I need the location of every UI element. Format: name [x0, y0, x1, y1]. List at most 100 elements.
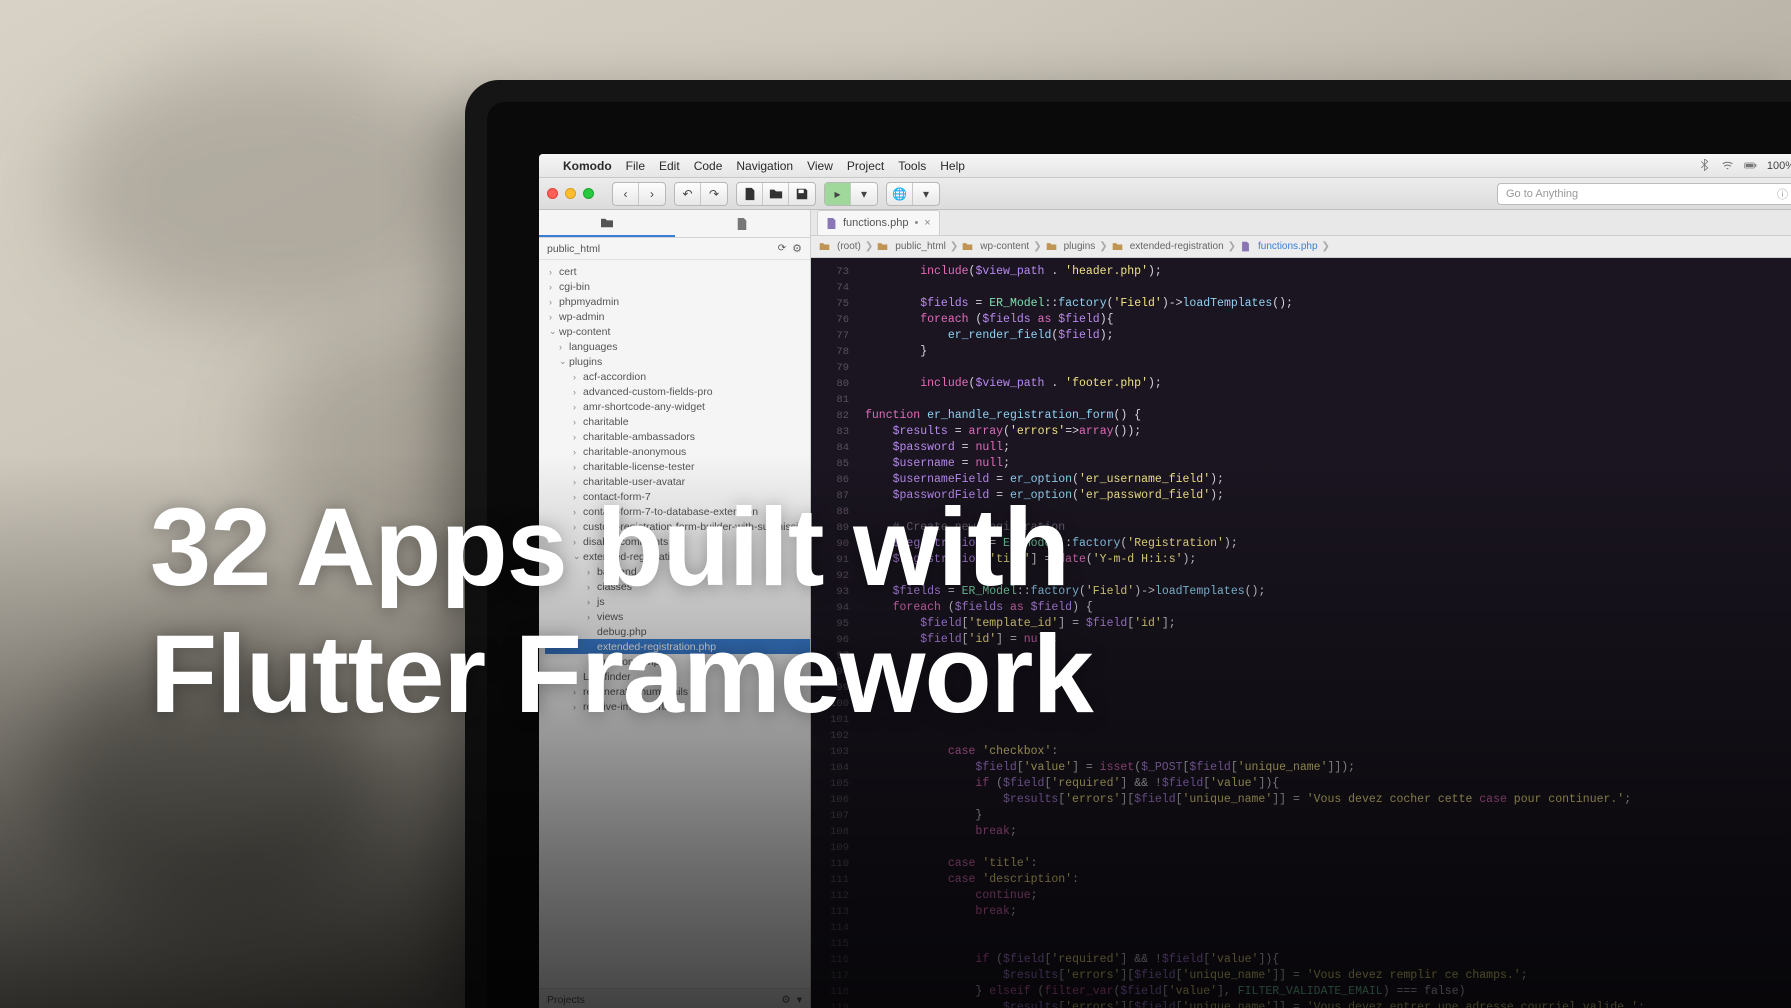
code-line[interactable]: if ($field['required'] && !$field['value… — [865, 952, 1791, 968]
tree-folder[interactable]: ›custom-registration-form-builder-with-s… — [545, 519, 810, 534]
gear-icon[interactable]: ⚙ — [781, 994, 790, 1006]
tree-folder[interactable]: ⌄wp-content — [545, 324, 810, 339]
refresh-icon[interactable]: ⟳ — [778, 243, 786, 254]
menu-navigation[interactable]: Navigation — [736, 159, 793, 173]
save-button[interactable] — [789, 183, 815, 205]
projects-panel-header[interactable]: Projects ⚙ ▾ — [539, 988, 810, 1008]
menu-help[interactable]: Help — [940, 159, 965, 173]
code-line[interactable]: } — [865, 808, 1791, 824]
forward-button[interactable]: › — [639, 183, 665, 205]
code-line[interactable]: $field['id'] = null; — [865, 632, 1791, 648]
code-line[interactable]: $registration['time'] = date('Y-m-d H:i:… — [865, 552, 1791, 568]
code-line[interactable]: include($view_path . 'footer.php'); — [865, 376, 1791, 392]
code-line[interactable]: if ($field['required'] && !$field['value… — [865, 776, 1791, 792]
code-line[interactable] — [865, 568, 1791, 584]
tree-folder[interactable]: ›phpmyadmin — [545, 294, 810, 309]
code-line[interactable]: break; — [865, 904, 1791, 920]
code-line[interactable] — [865, 920, 1791, 936]
wifi-icon[interactable] — [1721, 159, 1734, 172]
go-to-anything-search[interactable]: Go to Anything ⓘ — [1497, 183, 1791, 205]
tree-folder[interactable]: ›js — [545, 594, 810, 609]
code-line[interactable]: $results['errors'][$field['unique_name']… — [865, 792, 1791, 808]
code-line[interactable]: continue; — [865, 888, 1791, 904]
tree-folder[interactable]: ›disable-comments — [545, 534, 810, 549]
tree-folder[interactable]: ⌄extended-registration — [545, 549, 810, 564]
sidebar-tab-open-files[interactable] — [675, 210, 811, 237]
editor-tab-active[interactable]: functions.php • × — [817, 210, 940, 235]
menu-file[interactable]: File — [626, 159, 645, 173]
tree-file[interactable]: debug.php — [545, 624, 810, 639]
code-line[interactable] — [865, 360, 1791, 376]
play-button[interactable]: ▸ — [825, 183, 851, 205]
tree-folder[interactable]: ›charitable-user-avatar — [545, 474, 810, 489]
sidebar-root-header[interactable]: public_html ⟳ ⚙ — [539, 238, 810, 260]
code-editor[interactable]: 7374757677787980818283848586878889909192… — [811, 258, 1791, 1008]
code-line[interactable]: case 'description': — [865, 872, 1791, 888]
code-line[interactable]: $results['errors'][$field['unique_name']… — [865, 1000, 1791, 1008]
preview-dropdown[interactable]: ▾ — [913, 183, 939, 205]
code-line[interactable]: foreach ($fields as $field){ — [865, 312, 1791, 328]
menu-code[interactable]: Code — [694, 159, 723, 173]
code-line[interactable]: $passwordField = er_option('er_password_… — [865, 488, 1791, 504]
tree-folder[interactable]: ›backend — [545, 564, 810, 579]
code-line[interactable]: case 'title': — [865, 856, 1791, 872]
code-line[interactable]: break; — [865, 824, 1791, 840]
open-folder-button[interactable] — [763, 183, 789, 205]
tree-folder[interactable]: ›relative-image-urls — [545, 699, 810, 714]
sidebar-tab-places[interactable] — [539, 210, 675, 237]
code-line[interactable]: $results['errors'][$field['unique_name']… — [865, 968, 1791, 984]
code-content[interactable]: include($view_path . 'header.php'); $fie… — [857, 258, 1791, 1008]
code-line[interactable] — [865, 680, 1791, 696]
tree-folder[interactable]: ›cert — [545, 264, 810, 279]
code-line[interactable]: $results = array('errors'=>array()); — [865, 424, 1791, 440]
tree-folder[interactable]: ›wp-admin — [545, 309, 810, 324]
tree-folder[interactable]: ›charitable-anonymous — [545, 444, 810, 459]
tree-folder[interactable]: ›charitable — [545, 414, 810, 429]
tree-file[interactable]: extended-registration.php — [545, 639, 810, 654]
tree-folder[interactable]: ›cgi-bin — [545, 279, 810, 294]
code-line[interactable] — [865, 648, 1791, 664]
code-line[interactable] — [865, 280, 1791, 296]
tree-folder[interactable]: ›acf-accordion — [545, 369, 810, 384]
tree-folder[interactable]: ›charitable-ambassadors — [545, 429, 810, 444]
code-line[interactable] — [865, 840, 1791, 856]
code-line[interactable]: # Create new registration — [865, 520, 1791, 536]
close-tab-icon[interactable]: × — [924, 217, 930, 229]
gear-icon[interactable]: ⚙ — [792, 242, 802, 255]
tree-folder[interactable]: ›languages — [545, 339, 810, 354]
code-line[interactable]: function er_handle_registration_form() { — [865, 408, 1791, 424]
code-line[interactable]: $fields = ER_Model::factory('Field')->lo… — [865, 584, 1791, 600]
code-line[interactable]: $registration = ER_Model::factory('Regis… — [865, 536, 1791, 552]
code-line[interactable]: $password = null; — [865, 440, 1791, 456]
code-line[interactable] — [865, 392, 1791, 408]
code-line[interactable]: } elseif (filter_var($field['value'], FI… — [865, 984, 1791, 1000]
code-line[interactable]: er_render_field($field); — [865, 328, 1791, 344]
tree-folder[interactable]: ›charitable-license-tester — [545, 459, 810, 474]
tree-folder[interactable]: ›LAT-finder — [545, 669, 810, 684]
code-line[interactable] — [865, 728, 1791, 744]
redo-button[interactable]: ↷ — [701, 183, 727, 205]
menu-view[interactable]: View — [807, 159, 833, 173]
close-window-button[interactable] — [547, 188, 558, 199]
code-line[interactable]: foreach ($fields as $field) { — [865, 600, 1791, 616]
code-line[interactable]: $field['value'] = isset($_POST[$field['u… — [865, 760, 1791, 776]
tree-folder[interactable]: ›views — [545, 609, 810, 624]
code-line[interactable]: case 'checkbox': — [865, 744, 1791, 760]
code-line[interactable]: $usernameField = er_option('er_username_… — [865, 472, 1791, 488]
file-tree[interactable]: ›cert›cgi-bin›phpmyadmin›wp-admin⌄wp-con… — [539, 260, 810, 988]
code-line[interactable] — [865, 504, 1791, 520]
menu-edit[interactable]: Edit — [659, 159, 680, 173]
tree-folder[interactable]: ›amr-shortcode-any-widget — [545, 399, 810, 414]
play-dropdown[interactable]: ▾ — [851, 183, 877, 205]
code-line[interactable]: $username = null; — [865, 456, 1791, 472]
menu-tools[interactable]: Tools — [898, 159, 926, 173]
menu-project[interactable]: Project — [847, 159, 884, 173]
tree-folder[interactable]: ⌄plugins — [545, 354, 810, 369]
battery-icon[interactable] — [1744, 159, 1757, 172]
code-line[interactable]: $fields = ER_Model::factory('Field')->lo… — [865, 296, 1791, 312]
code-line[interactable] — [865, 696, 1791, 712]
back-button[interactable]: ‹ — [613, 183, 639, 205]
tree-folder[interactable]: ›regenerate-thumbnails — [545, 684, 810, 699]
code-line[interactable]: $field['template_id'] = $field['id']; — [865, 616, 1791, 632]
bluetooth-icon[interactable] — [1698, 159, 1711, 172]
